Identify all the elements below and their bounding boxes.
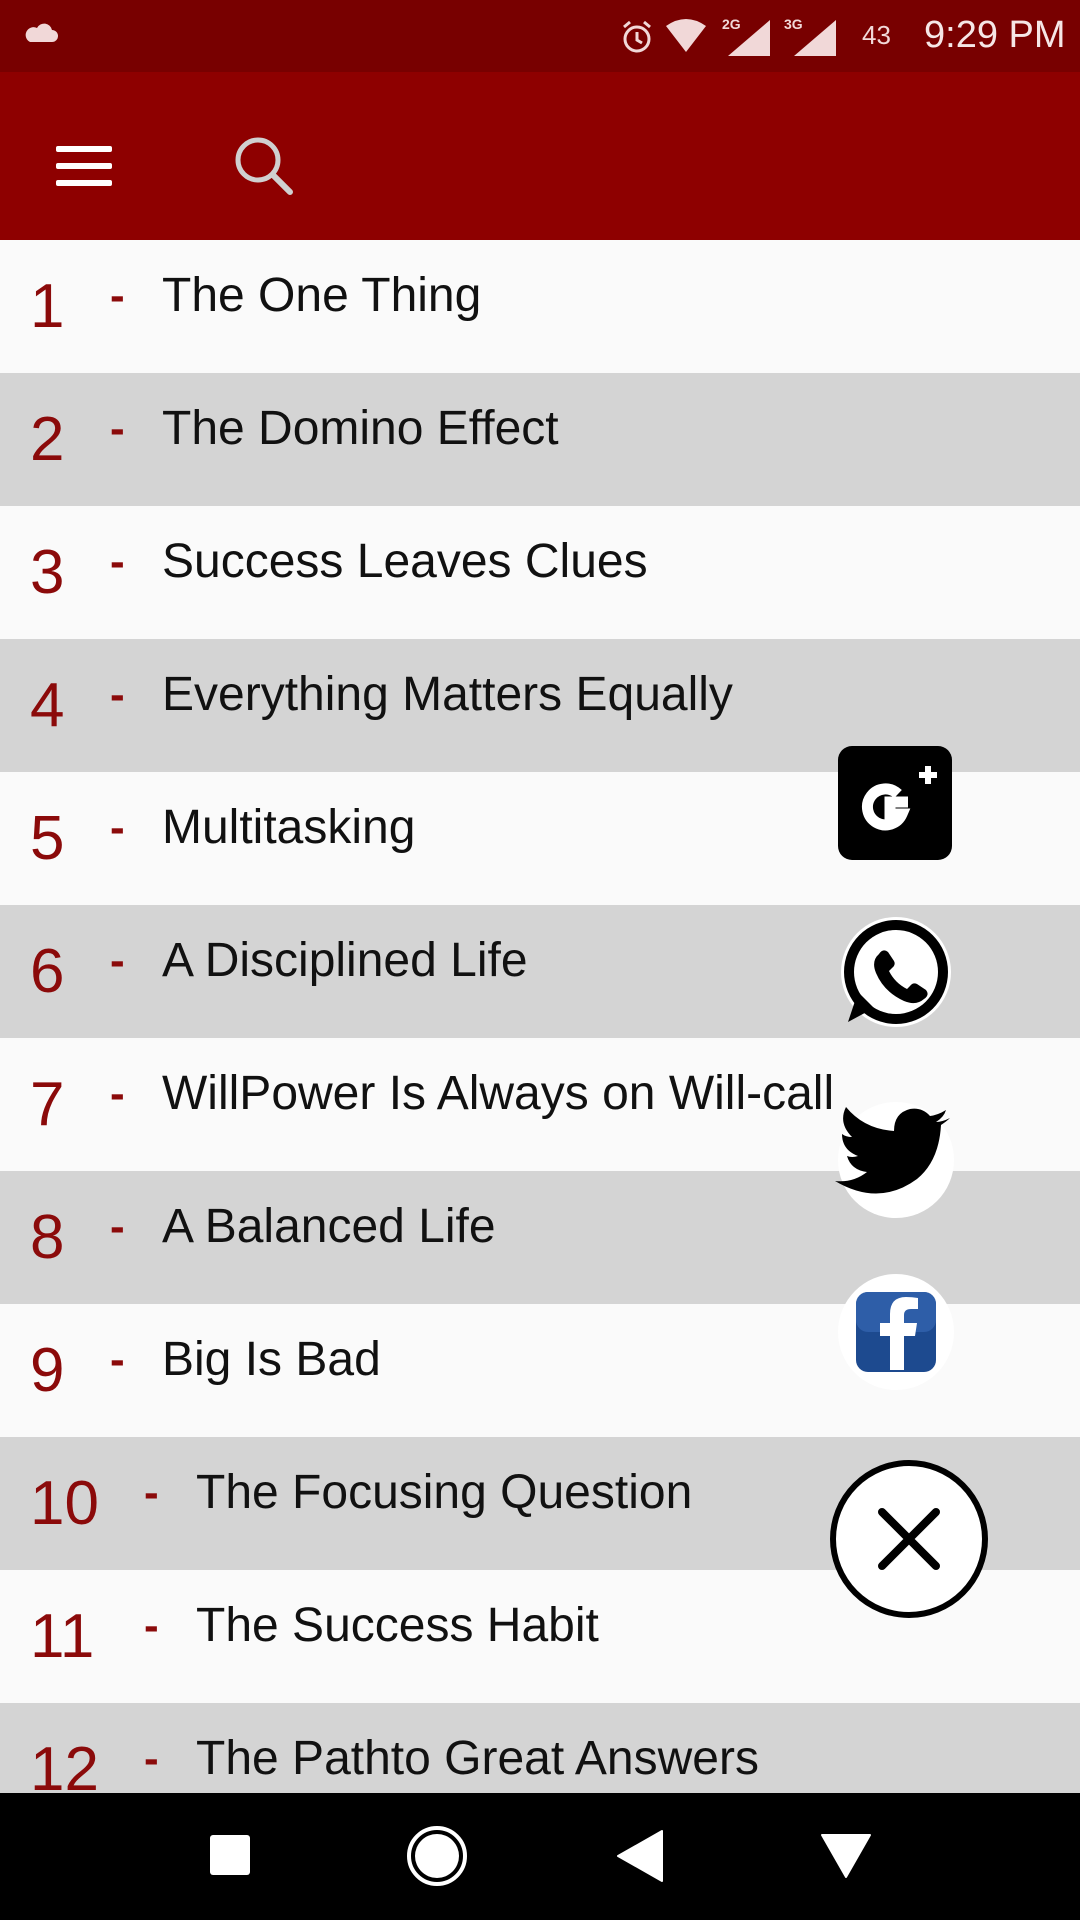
google-plus-icon[interactable] bbox=[836, 744, 954, 867]
chapter-title: A Disciplined Life bbox=[162, 934, 528, 987]
chapter-title: The Focusing Question bbox=[196, 1466, 693, 1519]
notifications-down-icon[interactable] bbox=[820, 1833, 872, 1884]
chapter-number: 12 bbox=[30, 1735, 99, 1794]
recents-square-icon[interactable] bbox=[208, 1833, 252, 1882]
chapter-number: 2 bbox=[30, 405, 65, 474]
chapter-title: A Balanced Life bbox=[162, 1200, 496, 1253]
separator-dash: - bbox=[144, 1734, 159, 1783]
separator-dash: - bbox=[144, 1601, 159, 1650]
chapter-number: 4 bbox=[30, 671, 65, 740]
separator-dash: - bbox=[110, 936, 125, 985]
chapter-title: Everything Matters Equally bbox=[162, 668, 733, 721]
chapter-number: 1 bbox=[30, 272, 65, 341]
chapter-title: Success Leaves Clues bbox=[162, 535, 648, 588]
chapter-number: 9 bbox=[30, 1336, 65, 1405]
status-bar: 2G 3G 43 9:29 PM bbox=[0, 0, 1080, 72]
separator-dash: - bbox=[110, 670, 125, 719]
separator-dash: - bbox=[110, 1069, 125, 1118]
chapter-number: 8 bbox=[30, 1203, 65, 1272]
chapter-number: 3 bbox=[30, 538, 65, 607]
twitter-icon[interactable] bbox=[834, 1100, 956, 1227]
separator-dash: - bbox=[110, 537, 125, 586]
separator-dash: - bbox=[110, 404, 125, 453]
alarm-icon bbox=[623, 20, 651, 53]
chapter-title: The Success Habit bbox=[196, 1599, 599, 1652]
whatsapp-icon[interactable] bbox=[834, 912, 956, 1039]
signal-icon bbox=[728, 20, 770, 56]
separator-dash: - bbox=[110, 1335, 125, 1384]
hamburger-menu-icon[interactable] bbox=[40, 122, 128, 210]
chapter-title: The Domino Effect bbox=[162, 402, 559, 455]
list-item[interactable]: 2 - The Domino Effect bbox=[0, 373, 1080, 506]
battery-level: 43 bbox=[862, 20, 891, 50]
separator-dash: - bbox=[144, 1468, 159, 1517]
list-item[interactable]: 12 - The Pathto Great Answers bbox=[0, 1703, 1080, 1793]
chapter-number: 11 bbox=[30, 1602, 95, 1671]
facebook-icon[interactable] bbox=[834, 1272, 956, 1399]
chapter-title: Big Is Bad bbox=[162, 1333, 381, 1386]
clock: 9:29 PM bbox=[924, 14, 1066, 56]
separator-dash: - bbox=[110, 1202, 125, 1251]
back-triangle-icon[interactable] bbox=[616, 1829, 666, 1888]
chapter-title: The One Thing bbox=[162, 269, 482, 322]
chapter-number: 6 bbox=[30, 937, 65, 1006]
search-icon[interactable] bbox=[220, 124, 308, 212]
navigation-bar bbox=[0, 1793, 1080, 1920]
chapter-title: The Pathto Great Answers bbox=[196, 1732, 759, 1785]
separator-dash: - bbox=[110, 803, 125, 852]
chapter-number: 10 bbox=[30, 1469, 99, 1538]
chapter-title: WillPower Is Always on Will-call bbox=[162, 1067, 835, 1120]
close-icon[interactable] bbox=[828, 1458, 990, 1625]
list-item[interactable]: 1 - The One Thing bbox=[0, 240, 1080, 373]
signal-icon bbox=[794, 20, 836, 56]
app-bar bbox=[0, 72, 1080, 240]
cloud-icon bbox=[25, 23, 58, 42]
chapter-title: Multitasking bbox=[162, 801, 416, 854]
home-circle-icon[interactable] bbox=[406, 1825, 468, 1892]
wifi-icon bbox=[666, 19, 706, 52]
separator-dash: - bbox=[110, 271, 125, 320]
list-item[interactable]: 3 - Success Leaves Clues bbox=[0, 506, 1080, 639]
chapter-number: 7 bbox=[30, 1070, 65, 1139]
chapter-number: 5 bbox=[30, 804, 65, 873]
